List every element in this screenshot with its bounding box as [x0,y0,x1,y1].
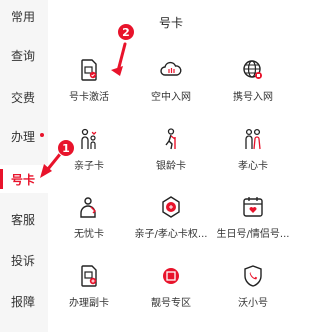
cloud-sim-icon [160,61,182,76]
grid-item-label: 空中入网 [151,92,191,103]
sidebar: 常用 查询 交费 办理 号卡 客服 投诉 报障 [0,0,48,332]
grid-item-label: 银龄卡 [156,161,186,172]
sidebar-item-label: 办理 [11,129,36,144]
secondary-sim-icon [81,265,97,287]
grid-item-secondary-sim[interactable]: 办理副卡 [48,264,130,316]
worry-free-icon [80,197,96,218]
section-title: 号卡 [158,16,183,30]
sidebar-item-label: 客服 [11,212,36,227]
sidebar-item-label: 投诉 [11,253,36,268]
sidebar-item-label: 号卡 [11,172,36,187]
grid-item-label: 靓号专区 [151,298,191,309]
grid-item-silver-age-card[interactable]: 银龄卡 [130,127,212,179]
sidebar-item-service[interactable]: 客服 [0,205,48,233]
sidebar-item-payment[interactable]: 交费 [0,83,48,111]
grid-item-number-porting[interactable]: 携号入网 [212,58,294,110]
sidebar-item-handle[interactable]: 办理 [0,122,48,150]
grid-item-label: 亲子/孝心卡权... [134,229,208,240]
sidebar-item-label: 查询 [11,48,36,63]
grid-item-card-rights[interactable]: 亲子/孝心卡权... [130,195,212,247]
medal-icon [162,196,180,218]
main-content: 号卡 号卡激活 空中入网 携号入网 亲子卡 银龄卡 孝心卡 无忧卡 亲子/孝心卡… [48,0,294,332]
sidebar-item-label: 报障 [11,294,36,309]
sidebar-item-label: 常用 [11,9,36,24]
grid-item-birthday-couple-number[interactable]: 生日号/情侣号... [212,195,294,247]
sidebar-item-fault[interactable]: 报障 [0,287,48,315]
annotation-badge-2: 2 [117,23,135,41]
sidebar-item-frequent[interactable]: 常用 [0,2,48,30]
grid-item-lucky-number[interactable]: 靓号专区 [130,264,212,316]
grid-item-label: 办理副卡 [69,298,109,309]
grid-item-sim-activate[interactable]: 号卡激活 [48,58,130,110]
grid-item-label: 号卡激活 [69,92,109,103]
couple-icon [245,128,261,150]
grid-item-label: 生日号/情侣号... [216,229,290,240]
notification-dot [40,133,44,137]
phone-shield-icon [244,265,262,287]
annotation-badge-1: 1 [57,139,75,157]
grid-item-worry-free-card[interactable]: 无忧卡 [48,195,130,247]
grid-item-label: 无忧卡 [74,229,104,240]
sim-activate-icon [81,59,97,81]
grid-item-wo-mini-number[interactable]: 沃小号 [212,264,294,316]
grid-item-label: 亲子卡 [74,161,104,172]
grid-item-label: 沃小号 [238,298,268,309]
sidebar-item-label: 交费 [11,90,36,105]
parent-child-icon [81,128,97,149]
calendar-heart-icon [243,197,263,217]
grid-item-cloud-sim[interactable]: 空中入网 [130,58,212,110]
globe-sim-icon [243,60,262,79]
sidebar-item-sim-card[interactable]: 号卡 [0,165,48,193]
sidebar-item-complaint[interactable]: 投诉 [0,246,48,274]
grid-item-filial-card[interactable]: 孝心卡 [212,127,294,179]
lucky-number-icon [163,268,179,284]
grid-item-label: 携号入网 [233,92,273,103]
sidebar-item-query[interactable]: 查询 [0,41,48,69]
elderly-icon [165,128,176,150]
grid-item-label: 孝心卡 [238,161,268,172]
